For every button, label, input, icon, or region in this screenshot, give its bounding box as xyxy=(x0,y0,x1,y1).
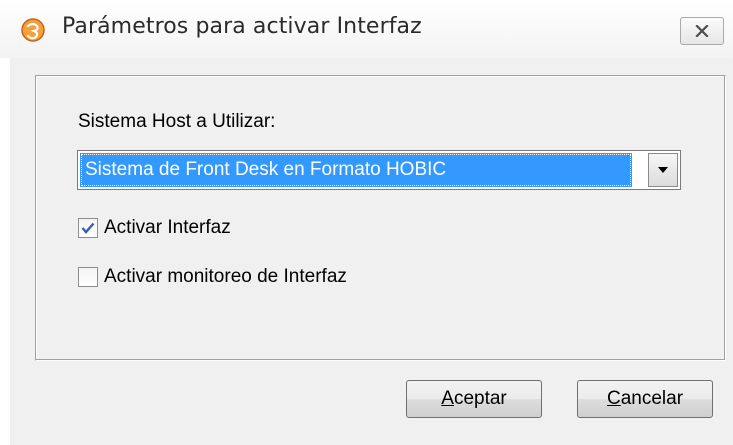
window-title: Parámetros para activar Interfaz xyxy=(62,14,422,39)
dialog-window: Parámetros para activar Interfaz Sistema… xyxy=(0,0,733,445)
host-system-label: Sistema Host a Utilizar: xyxy=(78,111,276,132)
app-icon xyxy=(21,18,45,42)
chevron-down-icon xyxy=(658,167,668,173)
close-button[interactable] xyxy=(680,17,724,45)
activate-monitoring-row[interactable]: Activar monitoreo de Interfaz xyxy=(78,266,347,288)
cancel-label: ancelar xyxy=(620,388,684,409)
activate-monitoring-label[interactable]: Activar monitoreo de Interfaz xyxy=(104,266,347,288)
host-system-selected-value[interactable]: Sistema de Front Desk en Formato HOBIC xyxy=(80,153,632,187)
activate-interface-label[interactable]: Activar Interfaz xyxy=(104,217,231,239)
accept-label: ceptar xyxy=(453,388,507,409)
close-icon xyxy=(695,25,709,37)
title-bar[interactable]: Parámetros para activar Interfaz xyxy=(0,0,733,58)
cancel-button[interactable]: Cancelar xyxy=(577,380,713,418)
accept-mnemonic: A xyxy=(441,388,454,409)
cancel-mnemonic: C xyxy=(606,388,621,409)
checkmark-icon xyxy=(81,222,95,234)
dropdown-button[interactable] xyxy=(648,153,678,187)
activate-interface-checkbox[interactable] xyxy=(78,218,98,238)
host-system-select[interactable]: Sistema de Front Desk en Formato HOBIC xyxy=(77,150,681,190)
activate-interface-row[interactable]: Activar Interfaz xyxy=(78,217,231,239)
accept-button[interactable]: Aceptar xyxy=(406,380,542,418)
dialog-body: Sistema Host a Utilizar: Sistema de Fron… xyxy=(10,58,733,445)
activate-monitoring-checkbox[interactable] xyxy=(78,267,98,287)
